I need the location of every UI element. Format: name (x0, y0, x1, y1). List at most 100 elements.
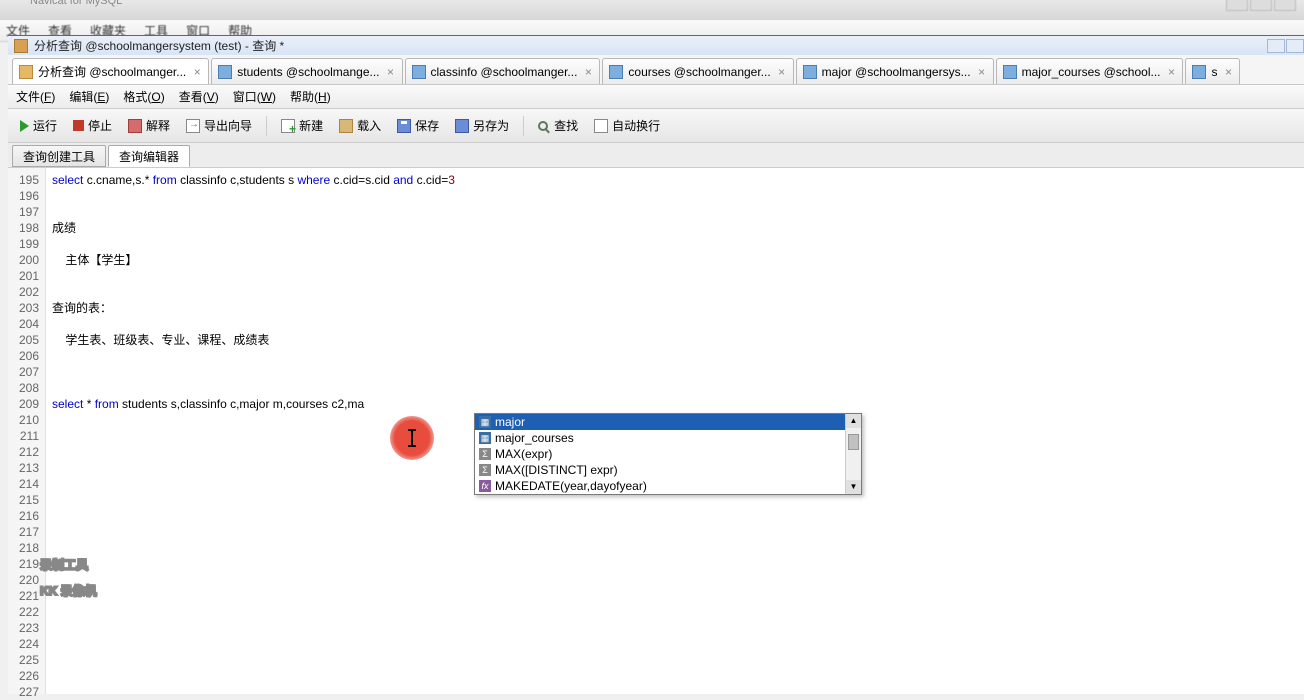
document-tab[interactable]: s× (1185, 58, 1240, 84)
run-button[interactable]: 运行 (14, 114, 63, 138)
autocomplete-scrollbar[interactable]: ▲ ▼ (845, 414, 861, 494)
close-button[interactable] (1274, 0, 1296, 11)
code-line[interactable] (52, 668, 1304, 684)
code-line[interactable] (52, 508, 1304, 524)
code-line[interactable] (52, 236, 1304, 252)
tab-close-icon[interactable]: × (1164, 65, 1178, 79)
scroll-up-icon[interactable]: ▲ (846, 414, 861, 428)
app-title-text: Navicat for MySQL (30, 0, 122, 7)
document-tab[interactable]: courses @schoolmanger...× (602, 58, 793, 84)
line-number: 201 (8, 268, 39, 284)
line-number: 209 (8, 396, 39, 412)
autocomplete-item[interactable]: ▦major_courses (475, 430, 845, 446)
inner-menu-item[interactable]: 格式(O) (123, 88, 164, 105)
code-line[interactable] (52, 364, 1304, 380)
line-number: 220 (8, 572, 39, 588)
inner-menu-item[interactable]: 帮助(H) (290, 88, 331, 105)
code-line[interactable]: select * from students s,classinfo c,maj… (52, 396, 1304, 412)
autowrap-button[interactable]: 自动换行 (588, 114, 666, 138)
line-number: 217 (8, 524, 39, 540)
code-line[interactable] (52, 284, 1304, 300)
autocomplete-label: MAKEDATE(year,dayofyear) (495, 478, 647, 494)
scroll-thumb[interactable] (848, 434, 859, 450)
code-line[interactable]: 主体【学生】 (52, 252, 1304, 268)
document-tabbar: 分析查询 @schoolmanger...×students @schoolma… (8, 55, 1304, 85)
code-line[interactable] (52, 316, 1304, 332)
tab-query-editor[interactable]: 查询编辑器 (108, 145, 190, 167)
autocomplete-item[interactable]: ΣMAX([DISTINCT] expr) (475, 462, 845, 478)
document-tab[interactable]: classinfo @schoolmanger...× (405, 58, 601, 84)
code-line[interactable] (52, 556, 1304, 572)
inner-menu-item[interactable]: 编辑(E) (69, 88, 109, 105)
code-line[interactable]: 成绩 (52, 220, 1304, 236)
document-tab[interactable]: 分析查询 @schoolmanger...× (12, 58, 209, 84)
sub-minimize-button[interactable] (1267, 39, 1285, 53)
sql-editor[interactable]: 1951961971981992002012022032042052062072… (8, 167, 1304, 694)
sub-maximize-button[interactable] (1286, 39, 1304, 53)
code-line[interactable] (52, 268, 1304, 284)
code-line[interactable]: 查询的表： (52, 300, 1304, 316)
tab-label: s (1211, 65, 1217, 79)
line-number: 225 (8, 652, 39, 668)
line-number: 196 (8, 188, 39, 204)
toolbar-separator (523, 116, 524, 136)
scroll-down-icon[interactable]: ▼ (846, 480, 861, 494)
tab-close-icon[interactable]: × (1221, 65, 1235, 79)
autocomplete-item[interactable]: ΣMAX(expr) (475, 446, 845, 462)
inner-menu-item[interactable]: 窗口(W) (233, 88, 276, 105)
autocomplete-item[interactable]: ▦major (475, 414, 845, 430)
document-tab[interactable]: major @schoolmangersys...× (796, 58, 994, 84)
autocomplete-item[interactable]: fxMAKEDATE(year,dayofyear) (475, 478, 845, 494)
editor-subtabs: 查询创建工具 查询编辑器 (8, 143, 1304, 167)
saveas-button[interactable]: 另存为 (449, 114, 515, 138)
document-tab[interactable]: students @schoolmange...× (211, 58, 402, 84)
tab-close-icon[interactable]: × (581, 65, 595, 79)
subwindow-titlebar: 分析查询 @schoolmangersystem (test) - 查询 * (8, 35, 1304, 55)
code-line[interactable] (52, 380, 1304, 396)
autocomplete-popup[interactable]: ▦major▦major_coursesΣMAX(expr)ΣMAX([DIST… (474, 413, 862, 495)
code-line[interactable] (52, 652, 1304, 668)
load-button[interactable]: 载入 (333, 114, 387, 138)
line-number: 211 (8, 428, 39, 444)
tab-close-icon[interactable]: × (384, 65, 398, 79)
line-number: 207 (8, 364, 39, 380)
line-number: 224 (8, 636, 39, 652)
query-icon (19, 65, 33, 79)
code-line[interactable] (52, 540, 1304, 556)
new-button[interactable]: 新建 (275, 114, 329, 138)
code-line[interactable] (52, 204, 1304, 220)
code-area[interactable]: select c.cname,s.* from classinfo c,stud… (46, 168, 1304, 694)
table-icon (609, 65, 623, 79)
explain-button[interactable]: 解释 (122, 114, 176, 138)
inner-menu-item[interactable]: 文件(F) (16, 88, 55, 105)
code-line[interactable] (52, 572, 1304, 588)
tab-close-icon[interactable]: × (975, 65, 989, 79)
code-line[interactable] (52, 604, 1304, 620)
table-icon (803, 65, 817, 79)
inner-menu-item[interactable]: 查看(V) (179, 88, 219, 105)
tab-query-builder[interactable]: 查询创建工具 (12, 145, 106, 167)
tab-close-icon[interactable]: × (775, 65, 789, 79)
document-tab[interactable]: major_courses @school...× (996, 58, 1184, 84)
code-line[interactable]: select c.cname,s.* from classinfo c,stud… (52, 172, 1304, 188)
find-button[interactable]: 查找 (532, 114, 584, 138)
subwindow-title: 分析查询 @schoolmangersystem (test) - 查询 * (34, 37, 284, 54)
code-line[interactable] (52, 620, 1304, 636)
code-line[interactable] (52, 588, 1304, 604)
code-line[interactable] (52, 684, 1304, 700)
save-button[interactable]: 保存 (391, 114, 445, 138)
tab-close-icon[interactable]: × (190, 65, 204, 79)
code-line[interactable] (52, 636, 1304, 652)
maximize-button[interactable] (1250, 0, 1272, 11)
line-number: 206 (8, 348, 39, 364)
code-line[interactable]: 学生表、班级表、专业、课程、成绩表 (52, 332, 1304, 348)
line-number: 227 (8, 684, 39, 700)
line-number: 208 (8, 380, 39, 396)
code-line[interactable] (52, 188, 1304, 204)
autocomplete-label: major_courses (495, 430, 574, 446)
code-line[interactable] (52, 348, 1304, 364)
export-button[interactable]: 导出向导 (180, 114, 258, 138)
code-line[interactable] (52, 524, 1304, 540)
stop-button[interactable]: 停止 (67, 114, 118, 138)
minimize-button[interactable] (1226, 0, 1248, 11)
